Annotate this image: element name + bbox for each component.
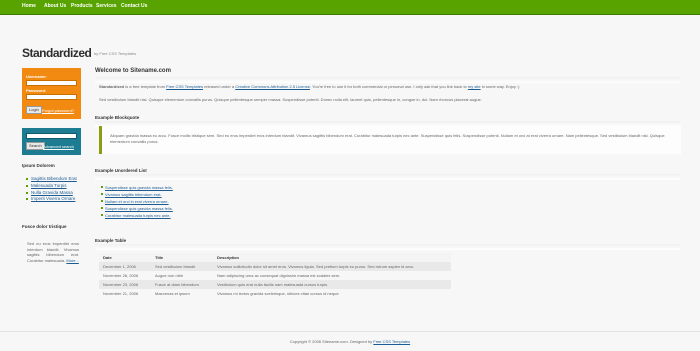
table-cell: November 21, 2006: [103, 291, 139, 296]
table-header-row: Date Title Description: [99, 253, 451, 262]
intro-text-1: is a free template from: [124, 84, 167, 89]
list-item-link[interactable]: Suspendisse quis gravida massa felis.: [101, 185, 173, 190]
example-table: Date Title Description December 1, 2006 …: [99, 253, 451, 298]
table-row: November 23, 2006 Fusce at diam bibendum…: [99, 280, 451, 289]
top-navigation: Home About Us Products Services Contact …: [0, 0, 700, 15]
unordered-list-heading: Example Unordered List: [95, 168, 147, 173]
table-row: November 21, 2006 Maecenas et ipsum Viva…: [99, 289, 451, 298]
ipsum-links-list: Sagittis Bibendum Erat Malesuada Turpis …: [26, 176, 77, 203]
blockquote: Aliquam gravida massa eu arcu. Fusce mol…: [99, 126, 681, 154]
sidebar-link[interactable]: Imperit Viverra Ornare: [26, 196, 77, 201]
divider: [95, 174, 680, 180]
more-link[interactable]: More...: [66, 258, 78, 263]
blockquote-text: Aliquam gravida massa eu arcu. Fusce mol…: [110, 133, 665, 144]
username-label: Username:: [26, 74, 47, 79]
column-header-title: Title: [151, 253, 213, 262]
nav-contact-us[interactable]: Contact Us: [121, 3, 147, 9]
page-body: Standardized by Free CSS Templates Usern…: [0, 15, 700, 351]
table-row: December 1, 2006 Sed vestibulum blandit …: [99, 262, 451, 271]
intro-text-3: . You're free to use it for both commerc…: [309, 84, 468, 89]
site-tagline: by Free CSS Templates: [94, 51, 137, 56]
table-cell: Augue non nibh: [155, 273, 184, 278]
nav-home[interactable]: Home: [22, 3, 36, 9]
sidebar-link[interactable]: Nulla Gravida Massa: [26, 190, 77, 195]
divider: [95, 244, 680, 250]
fusce-heading: Fusce dolor tristique: [22, 224, 67, 229]
sidebar-link[interactable]: Sagittis Bibendum Erat: [26, 176, 77, 181]
site-logo[interactable]: Standardized: [22, 46, 92, 60]
advanced-search-link[interactable]: Advanced search: [43, 144, 74, 149]
my-site-link[interactable]: my site: [468, 84, 481, 89]
table-row: November 28, 2006 Augue non nibh Nam adi…: [99, 271, 451, 280]
divider: [95, 77, 680, 83]
page-title: Welcome to Sitename.com: [95, 68, 171, 74]
footer-copyright: Copyright © 2006 Sitename.com. Designed …: [289, 339, 374, 344]
table-heading: Example Table: [95, 238, 127, 243]
search-input[interactable]: [26, 133, 77, 139]
intro-paragraph: Standardized is a free template from Fre…: [99, 84, 677, 90]
search-button[interactable]: Search: [26, 142, 45, 150]
cc-license-link[interactable]: Creative Commons Attribution 2.5 License: [235, 84, 310, 89]
footer: Copyright © 2006 Sitename.com. Designed …: [0, 339, 700, 344]
login-panel: Username: Password: Login Forgot passwor…: [22, 68, 81, 119]
ipsum-dolorem-heading: Ipsum Dolorem: [22, 163, 55, 168]
table-cell: November 23, 2006: [99, 280, 151, 289]
intro-strong: Standardized: [99, 84, 125, 89]
table-cell: Sed vestibulum blandit: [151, 262, 213, 271]
column-header-date: Date: [99, 253, 151, 262]
list-item-link[interactable]: Curabitur malesuada turpis nec ante.: [101, 213, 173, 218]
password-label: Password:: [26, 88, 47, 93]
list-item-link[interactable]: Suspendisse quis gravida massa felis.: [101, 206, 173, 211]
login-button[interactable]: Login: [26, 106, 42, 114]
search-panel: Search Advanced search: [22, 128, 81, 155]
table-cell: Maecenas et ipsum: [155, 291, 190, 296]
list-item-link[interactable]: Vivamus sagittis bibendum erat.: [101, 192, 173, 197]
table-cell: Vestibulum quis erat nulla facilis nam m…: [213, 280, 451, 289]
intro-text-4: in some way. Enjoy :): [480, 84, 520, 89]
table-cell: December 1, 2006: [99, 262, 151, 271]
column-header-description: Description: [213, 253, 451, 262]
intro-text-2: released under a: [202, 84, 236, 89]
unordered-list: Suspendisse quis gravida massa felis. Vi…: [101, 185, 173, 220]
table-cell: Vivamus mi lectus gravida scelerisque, u…: [217, 291, 340, 296]
table-cell: Vivamus sollicitudin dolor sit amet eros…: [213, 262, 451, 271]
sidebar-link[interactable]: Malesuada Turpis: [26, 183, 77, 188]
nav-about-us[interactable]: About Us: [44, 3, 66, 9]
table-cell: Nam adipiscing urna ac consequat digniss…: [217, 273, 341, 278]
list-item-link[interactable]: Nullam et orci in erat viverra ornare.: [101, 199, 173, 204]
forgot-password-link[interactable]: Forgot password?: [42, 108, 74, 113]
table-cell: November 28, 2006: [103, 273, 139, 278]
blockquote-heading: Example Blockquote: [95, 115, 140, 120]
free-css-link[interactable]: Free CSS Templates: [166, 84, 203, 89]
intro-paragraph-2: Sed vestibulum blandit nisl. Quisque ele…: [99, 97, 482, 102]
fusce-text: Sed eu eros imperdiet eros interdum blan…: [27, 241, 79, 264]
username-input[interactable]: [26, 80, 77, 86]
footer-divider: [0, 331, 700, 332]
table-cell: Fusce at diam bibendum: [151, 280, 213, 289]
nav-services[interactable]: Services: [96, 3, 117, 9]
password-input[interactable]: [26, 94, 77, 100]
nav-products[interactable]: Products: [71, 3, 93, 9]
footer-link[interactable]: Free CSS Templates: [373, 339, 410, 344]
